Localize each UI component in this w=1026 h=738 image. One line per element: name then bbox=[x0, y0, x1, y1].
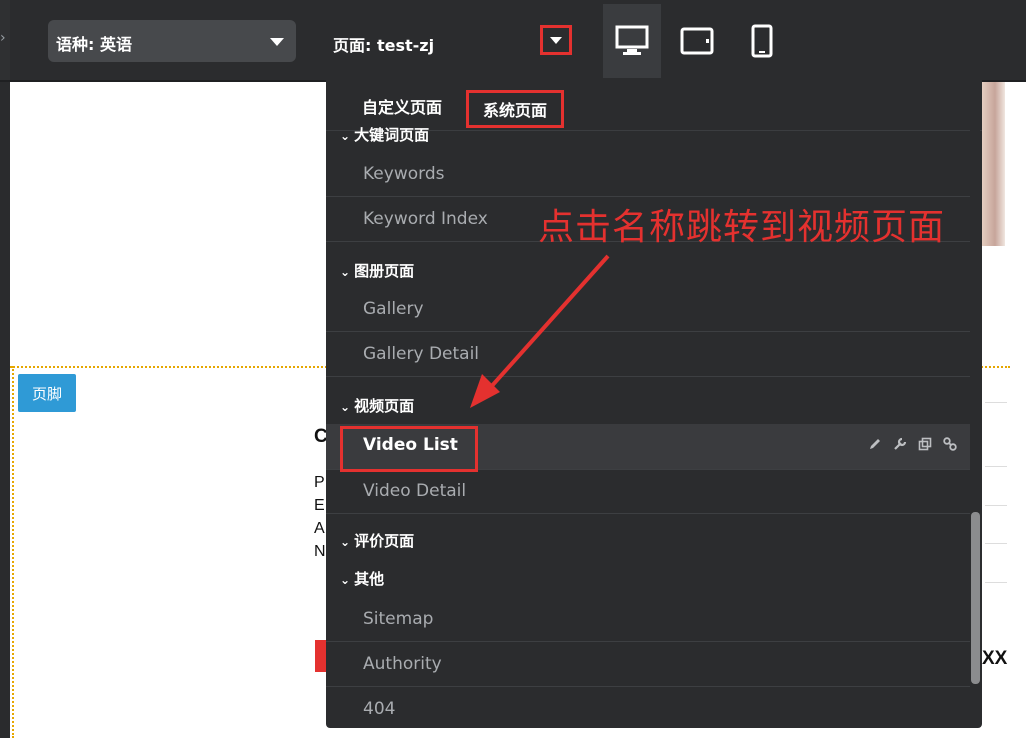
annotation-arrow-icon bbox=[470, 254, 610, 408]
